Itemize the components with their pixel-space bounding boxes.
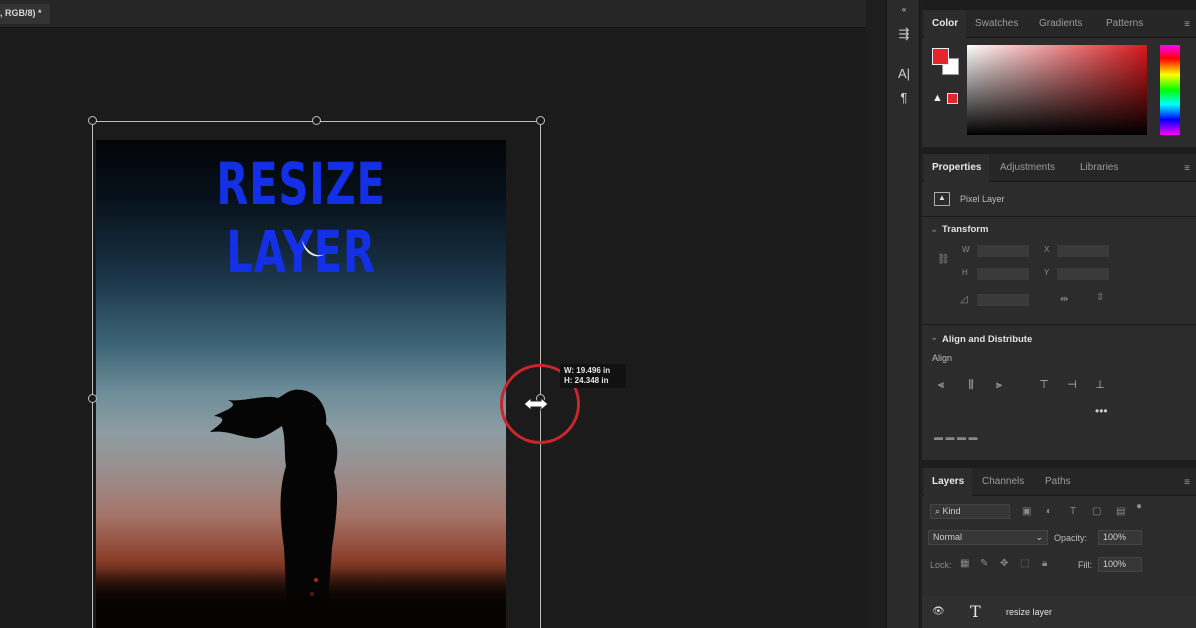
blend-mode-dropdown[interactable]: Normal ⌄ [928, 530, 1048, 545]
properties-panel-tabs: Properties Adjustments Libraries ≡ [922, 154, 1196, 182]
character-icon[interactable]: A| [896, 66, 912, 82]
lock-all-icon[interactable]: 🔒︎ [1042, 558, 1047, 569]
filter-smart-object-icon[interactable]: ▤ [1116, 506, 1125, 517]
width-readout: W: 19.496 in [564, 366, 611, 375]
foreground-color-swatch[interactable] [932, 48, 949, 65]
tab-layers[interactable]: Layers [924, 468, 973, 496]
properties-panel: Properties Adjustments Libraries ≡ ▲ Pix… [922, 154, 1196, 460]
filter-adjustment-icon[interactable]: ◐ [1046, 506, 1052, 517]
panel-menu-icon[interactable]: ≡ [1184, 477, 1190, 488]
color-panel-tabs: Color Swatches Gradients Patterns ≡ [922, 10, 1196, 38]
height-field[interactable] [977, 268, 1029, 280]
transform-section-title: Transform [942, 224, 989, 235]
x-position-field[interactable] [1057, 245, 1109, 257]
y-position-field[interactable] [1057, 268, 1109, 280]
transform-size-readout: W: 19.496 in H: 24.348 in [560, 364, 626, 388]
collapse-icon[interactable]: « [896, 2, 912, 18]
y-field-label: Y [1044, 268, 1050, 277]
hue-slider[interactable] [1160, 45, 1180, 135]
align-top-edges-icon[interactable]: ⊤ [1037, 378, 1051, 392]
lock-transparent-icon[interactable]: ▦ [960, 558, 969, 569]
align-bottom-edges-icon[interactable]: ⊥ [1093, 378, 1107, 392]
x-field-label: X [1044, 245, 1050, 254]
width-field[interactable] [977, 245, 1029, 257]
tab-libraries[interactable]: Libraries [1080, 154, 1118, 182]
tab-gradients[interactable]: Gradients [1039, 10, 1082, 38]
divider [922, 216, 1196, 217]
tab-color[interactable]: Color [924, 10, 967, 38]
angle-icon: ◿ [960, 294, 968, 305]
opacity-field[interactable]: 100% [1098, 530, 1142, 545]
panel-icon-strip: « ⇶ A| ¶ [886, 0, 920, 628]
chevron-down-icon[interactable]: ⌄ [930, 332, 938, 343]
filter-shape-icon[interactable]: ▢ [1092, 506, 1101, 517]
layer-filter-dropdown[interactable]: ⌕ Kind [930, 504, 1010, 519]
layer-kind-label: Pixel Layer [960, 194, 1005, 204]
align-right-edges-icon[interactable]: ⫸ [992, 378, 1006, 392]
paragraph-icon[interactable]: ¶ [896, 90, 912, 106]
w-field-label: W [962, 245, 970, 254]
handle-top-center[interactable] [312, 116, 321, 125]
lock-image-icon[interactable]: ✎ [980, 558, 988, 569]
visibility-eye-icon[interactable]: 👁︎ [932, 606, 945, 617]
properties-icon[interactable]: ⇶ [896, 26, 912, 42]
tab-properties[interactable]: Properties [924, 154, 990, 182]
horizontal-resize-cursor-icon [523, 396, 549, 412]
tab-channels[interactable]: Channels [982, 468, 1024, 496]
gamut-warning-icon[interactable]: ▲ [932, 92, 943, 104]
fill-field[interactable]: 100% [1098, 557, 1142, 572]
distribute-icons-row[interactable]: ▬ ▬ ▬ ▬ [934, 432, 978, 442]
pixel-layer-icon: ▲ [934, 192, 950, 206]
link-icon[interactable]: ⛓ [937, 254, 950, 265]
layer-row[interactable]: 👁︎ T resize layer [922, 596, 1196, 628]
lock-label: Lock: [930, 560, 952, 570]
color-panel: Color Swatches Gradients Patterns ≡ ▲ [922, 10, 1196, 147]
opacity-label: Opacity: [1054, 533, 1088, 543]
handle-top-right[interactable] [536, 116, 545, 125]
panel-menu-icon[interactable]: ≡ [1184, 19, 1190, 30]
text-layer-icon: T [970, 602, 981, 621]
tab-patterns[interactable]: Patterns [1106, 10, 1143, 38]
panels-dock: Color Swatches Gradients Patterns ≡ ▲ Pr… [922, 0, 1196, 628]
lock-position-icon[interactable]: ✥ [1000, 558, 1008, 569]
tab-swatches[interactable]: Swatches [975, 10, 1018, 38]
align-distribute-section-title: Align and Distribute [942, 334, 1033, 345]
more-options-icon[interactable]: ••• [1095, 404, 1108, 418]
opacity-value: 100% [1103, 532, 1127, 542]
blend-mode-value: Normal [933, 532, 963, 542]
tab-paths[interactable]: Paths [1045, 468, 1071, 496]
fill-label: Fill: [1078, 560, 1092, 570]
align-label: Align [932, 353, 953, 363]
transform-bounding-box[interactable] [92, 121, 541, 628]
document-tab-bar: , RGB/8) * [0, 0, 866, 28]
color-picker-field[interactable] [967, 45, 1147, 135]
filter-toggle-icon[interactable]: ● [1136, 501, 1142, 512]
flip-vertical-icon[interactable]: ⇳ [1096, 292, 1104, 303]
chevron-down-icon: ⌄ [1035, 532, 1043, 542]
rotation-field[interactable] [977, 294, 1029, 306]
handle-middle-left[interactable] [88, 394, 97, 403]
gamut-swatch[interactable] [947, 93, 958, 104]
search-icon: ⌕ [935, 506, 943, 516]
document-tab[interactable]: , RGB/8) * [0, 4, 50, 24]
divider [922, 324, 1196, 325]
filter-pixel-icon[interactable]: ▣ [1022, 506, 1031, 517]
filter-type-icon[interactable]: T [1070, 506, 1076, 517]
layers-panel-tabs: Layers Channels Paths ≡ [922, 468, 1196, 496]
align-horizontal-centers-icon[interactable]: ⫼ [964, 378, 978, 392]
layer-name[interactable]: resize layer [1006, 607, 1052, 617]
h-field-label: H [962, 268, 968, 277]
lock-artboard-icon[interactable]: ⬚ [1020, 558, 1029, 569]
tab-adjustments[interactable]: Adjustments [1000, 154, 1055, 182]
height-readout: H: 24.348 in [564, 376, 609, 385]
flip-horizontal-icon[interactable]: ⇹ [1060, 294, 1068, 305]
chevron-down-icon[interactable]: ⌄ [930, 224, 938, 235]
align-left-edges-icon[interactable]: ⫷ [934, 378, 948, 392]
fill-value: 100% [1103, 559, 1127, 569]
filter-kind-label: Kind [942, 506, 961, 516]
align-vertical-centers-icon[interactable]: ⊣ [1065, 378, 1079, 392]
panel-menu-icon[interactable]: ≡ [1184, 163, 1190, 174]
handle-top-left[interactable] [88, 116, 97, 125]
